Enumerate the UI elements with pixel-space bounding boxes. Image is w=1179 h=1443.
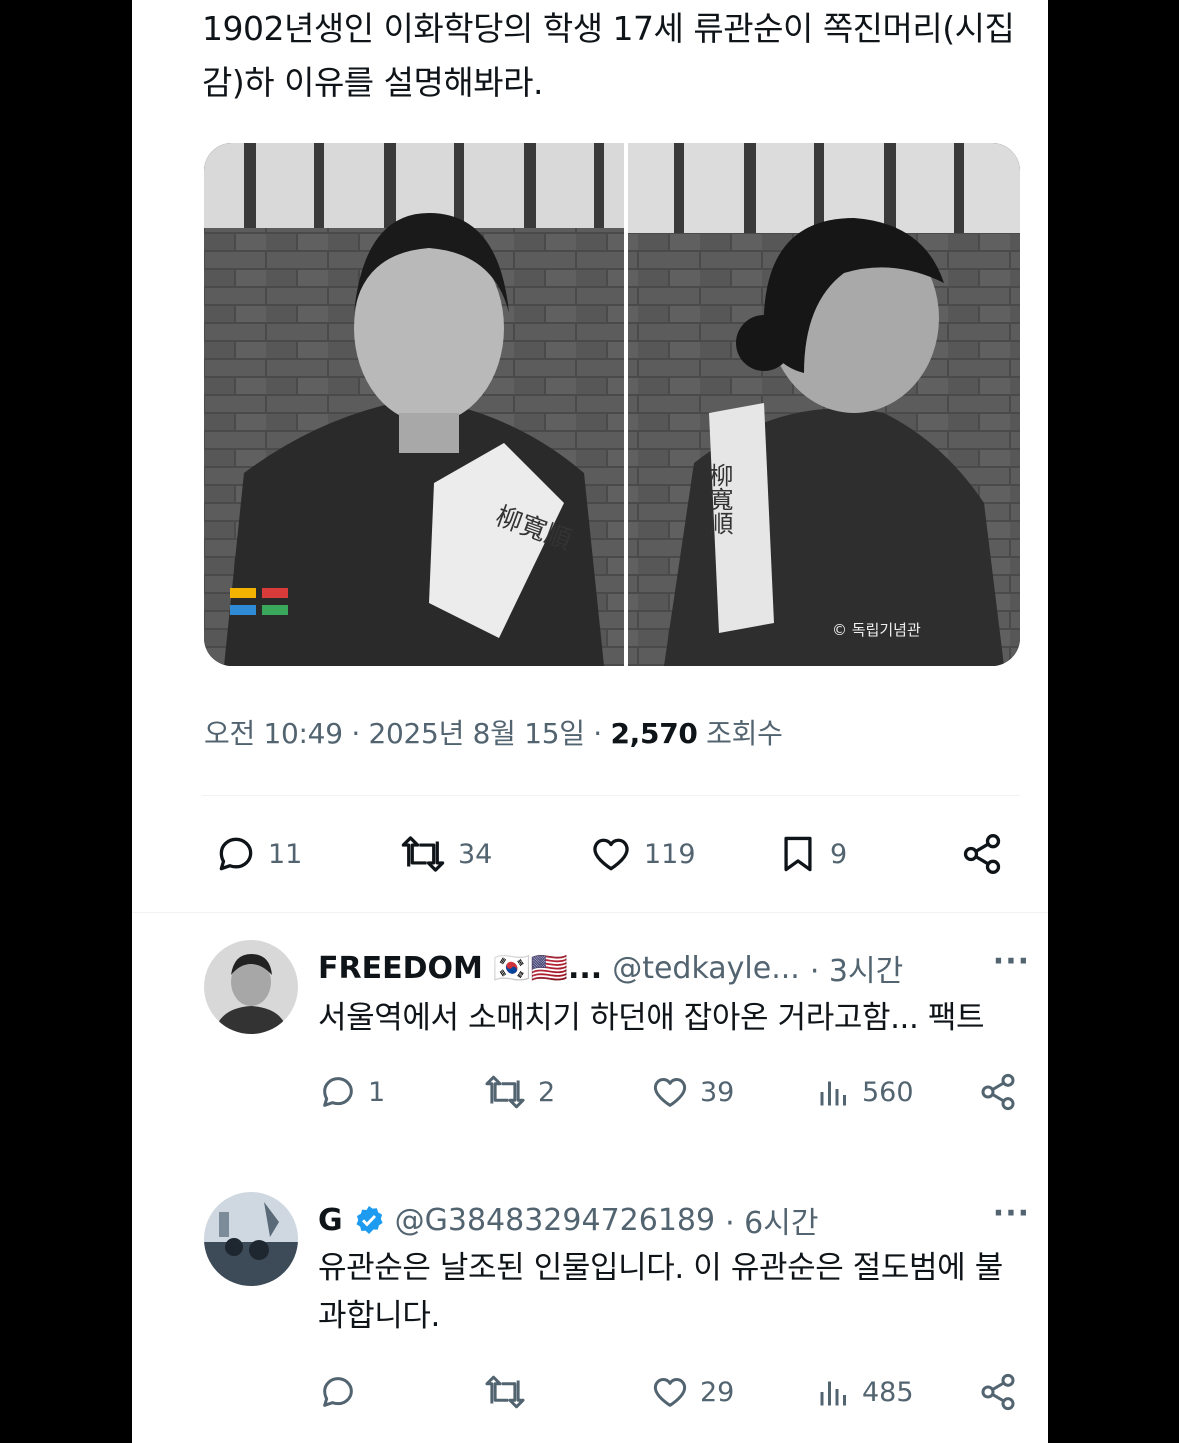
repost-button[interactable]: 34 [398,832,492,876]
heart-icon [653,1078,687,1107]
reply-text: 유관순은 날조된 인물입니다. 이 유관순은 절도범에 불과합니다. [318,1250,1003,1334]
reply-header: FREEDOM 🇰🇷🇺🇸... @tedkayle... · 3시간 [318,946,903,990]
repost-button[interactable] [482,1372,528,1412]
view-count: 560 [862,1076,914,1108]
user-handle[interactable]: @tedkayle... [612,951,800,986]
reply-icon [219,837,253,871]
like-button[interactable]: 29 [650,1372,734,1412]
like-count: 119 [644,838,696,870]
reply-count: 1 [368,1076,386,1108]
share-button[interactable] [978,1072,1018,1112]
tweet-card: 1902년생인 이화학당의 학생 17세 류관순이 쪽진머리(시집감)하 이유를… [132,0,1048,1443]
verified-badge-icon [356,1206,383,1234]
repost-button[interactable]: 2 [482,1072,555,1112]
post-timestamp: 오전 10:49 · 2025년 8월 15일 · [204,717,611,750]
divider [132,912,1048,913]
repost-icon [401,836,445,872]
views-button[interactable]: 560 [816,1072,914,1112]
heart-icon [653,1378,687,1407]
view-count: 485 [862,1376,914,1408]
share-button[interactable] [960,832,1004,876]
post-image[interactable]: 柳寬順 柳寬順 © 독립기념관 [204,143,1020,666]
reply-button[interactable]: 1 [318,1072,385,1112]
bookmark-count: 9 [830,838,848,870]
reply-time: · 3시간 [809,954,904,989]
post-text: 1902년생인 이화학당의 학생 17세 류관순이 쪽진머리(시집감)하 이유를… [202,9,1015,102]
analytics-icon [820,1381,846,1406]
heart-icon [593,838,629,871]
reply-button[interactable]: 11 [214,832,302,876]
view-label: 조회수 [697,717,783,750]
name-tag-right: 柳寬順 [705,463,733,535]
divider [202,795,1020,796]
share-icon [981,1373,1015,1411]
historical-photo: 柳寬順 柳寬順 © 독립기념관 [204,143,1020,666]
repost-icon [485,1075,525,1109]
watermark: © 독립기념관 [832,621,921,639]
reply-count: 11 [268,838,303,870]
display-name[interactable]: G [318,1203,343,1238]
display-name[interactable]: FREEDOM 🇰🇷🇺🇸... [318,951,602,986]
views-button[interactable]: 485 [816,1372,914,1412]
view-count: 2,570 [610,717,698,750]
like-button[interactable]: 39 [650,1072,734,1112]
reply-icon [323,1077,353,1107]
repost-count: 2 [538,1076,556,1108]
avatar[interactable] [204,1192,298,1286]
reply-header: G @G38483294726189 · 6시간 [318,1198,818,1242]
like-button[interactable]: 119 [588,832,696,876]
share-button[interactable] [978,1372,1018,1412]
reply-icon [323,1377,353,1407]
like-count: 39 [700,1076,735,1108]
repost-count: 34 [458,838,493,870]
analytics-icon [820,1081,846,1106]
post-meta: 오전 10:49 · 2025년 8월 15일 · 2,570 조회수 [204,712,783,752]
repost-icon [485,1375,525,1409]
reply-time: · 6시간 [725,1206,819,1241]
like-count: 29 [700,1376,735,1408]
bookmark-button[interactable]: 9 [776,832,847,876]
reply-text: 서울역에서 소매치기 하던애 잡아온 거라고함... 팩트 [318,1000,985,1036]
more-options-icon[interactable]: ··· [993,1196,1030,1231]
user-handle[interactable]: @G38483294726189 [395,1203,715,1238]
share-icon [963,834,1001,874]
bookmark-icon [784,836,812,872]
more-options-icon[interactable]: ··· [993,944,1030,979]
avatar[interactable] [204,940,298,1034]
reply-button[interactable] [318,1372,358,1412]
share-icon [981,1073,1015,1111]
